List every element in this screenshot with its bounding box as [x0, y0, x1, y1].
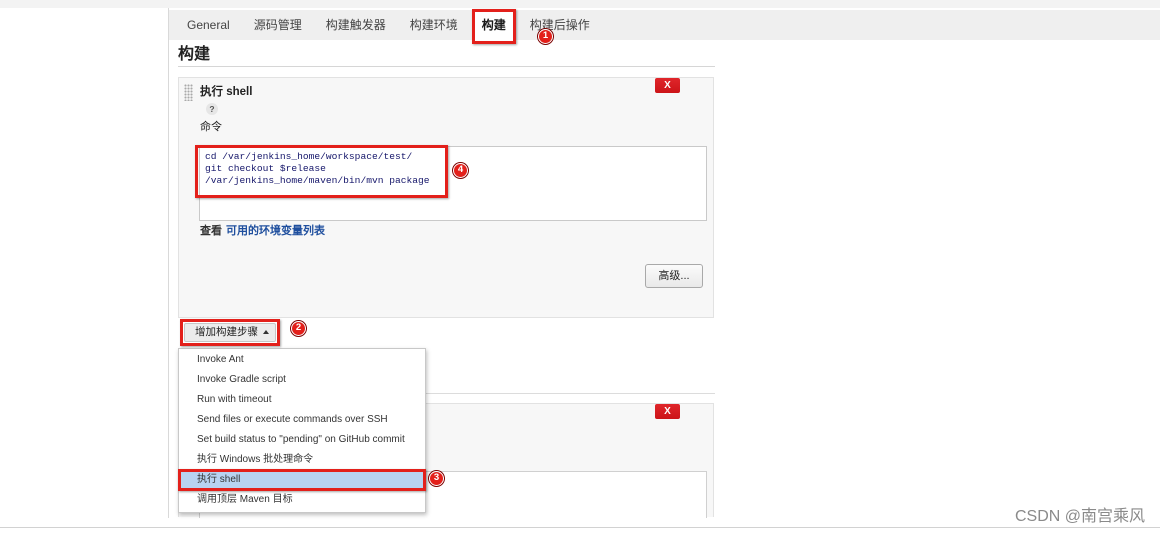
command-label: 命令	[200, 121, 222, 133]
delete-step-button[interactable]: X	[655, 78, 680, 93]
menu-item-run-with-timeout[interactable]: Run with timeout	[179, 390, 425, 410]
annotation-marker-3: 3	[429, 471, 444, 486]
menu-item-invoke-ant[interactable]: Invoke Ant	[179, 350, 425, 370]
menu-item-maven[interactable]: 调用顶层 Maven 目标	[179, 490, 425, 510]
tab-general[interactable]: General	[175, 10, 242, 40]
env-vars-prefix: 查看	[200, 225, 222, 237]
tab-post-build-actions[interactable]: 构建后操作	[518, 10, 602, 40]
drag-handle-icon[interactable]	[184, 84, 193, 101]
advanced-button[interactable]: 高级...	[645, 264, 703, 288]
env-vars-link[interactable]: 可用的环境变量列表	[226, 225, 325, 237]
menu-item-ssh[interactable]: Send files or execute commands over SSH	[179, 410, 425, 430]
help-icon[interactable]: ?	[206, 103, 218, 115]
annotation-box-command	[195, 145, 448, 198]
tab-build-environment[interactable]: 构建环境	[398, 10, 470, 40]
menu-item-invoke-gradle[interactable]: Invoke Gradle script	[179, 370, 425, 390]
content-left-border	[168, 8, 169, 518]
annotation-box-build-tab	[472, 9, 516, 44]
env-vars-line: 查看 可用的环境变量列表	[200, 224, 325, 238]
annotation-marker-1: 1	[538, 29, 553, 44]
delete-second-step-button[interactable]: X	[655, 404, 680, 419]
bottom-divider	[0, 527, 1160, 528]
section-divider	[178, 66, 715, 67]
section-title: 构建	[178, 46, 211, 63]
config-tab-bar: General 源码管理 构建触发器 构建环境 构建 构建后操作	[169, 10, 1160, 40]
annotation-box-execute-shell	[178, 469, 426, 491]
annotation-marker-4: 4	[453, 163, 468, 178]
build-step-title: 执行 shell	[200, 86, 253, 98]
annotation-marker-2: 2	[291, 321, 306, 336]
menu-item-github-status[interactable]: Set build status to "pending" on GitHub …	[179, 430, 425, 450]
annotation-box-add-step	[180, 319, 280, 346]
menu-item-windows-batch[interactable]: 执行 Windows 批处理命令	[179, 450, 425, 470]
tab-build-triggers[interactable]: 构建触发器	[314, 10, 398, 40]
top-bar	[0, 0, 1160, 8]
tab-source-code-management[interactable]: 源码管理	[242, 10, 314, 40]
watermark: CSDN @南宫乘风	[1014, 508, 1145, 525]
